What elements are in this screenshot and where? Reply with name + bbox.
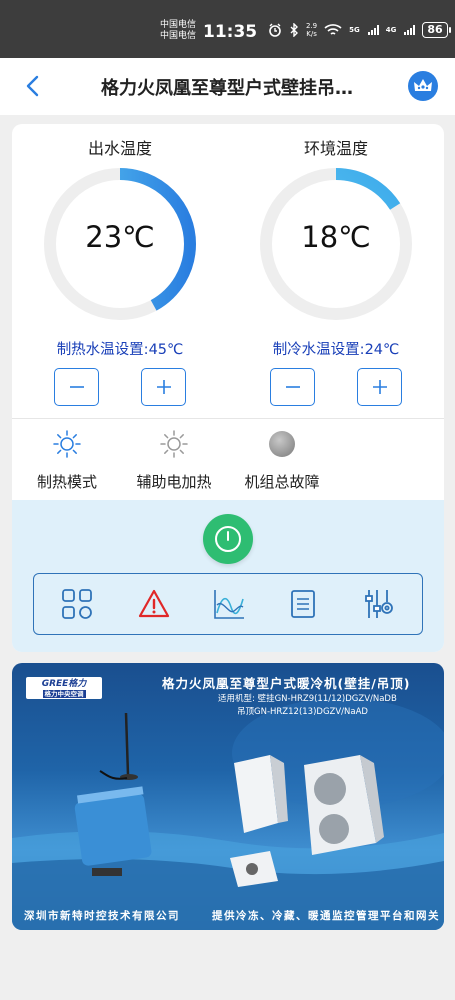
outlet-temp-value: 23℃ [85, 220, 155, 254]
banner-models-line1: 适用机型: 壁挂GN-HRZ9(11/12)DGZV/NaDB [218, 694, 397, 704]
chart-curve-icon[interactable] [212, 587, 246, 621]
app-header: 格力火凤凰至尊型户式壁挂吊… [0, 58, 455, 115]
promo-banner[interactable]: GREE格力 格力中央空调 格力火凤凰至尊型户式暖冷机(壁挂/吊顶) 适用机型:… [12, 663, 444, 930]
minus-icon [285, 386, 300, 388]
warning-icon[interactable] [137, 587, 171, 621]
status-dot-icon [269, 431, 295, 457]
sun-icon [53, 430, 81, 458]
network-2: 4G [385, 26, 397, 34]
signal-2-icon [404, 25, 416, 35]
heating-increase-button[interactable] [141, 368, 186, 406]
function-toolbar [33, 573, 423, 635]
network-1: 5G [349, 26, 360, 34]
minus-icon [69, 386, 84, 388]
document-list-icon[interactable] [286, 587, 320, 621]
cooling-decrease-button[interactable] [270, 368, 315, 406]
banner-models-line2: 吊顶GN-HRZ12(13)DGZV/NaAD [237, 707, 368, 717]
heating-decrease-button[interactable] [54, 368, 99, 406]
gree-logo: GREE格力 格力中央空调 [26, 677, 102, 699]
divider [12, 418, 444, 419]
back-arrow-icon[interactable] [20, 72, 48, 100]
vip-crown-button[interactable] [408, 71, 438, 101]
cooling-increase-button[interactable] [357, 368, 402, 406]
plus-icon [372, 380, 387, 394]
heating-mode-indicator: 制热模式 [12, 429, 122, 492]
speed-unit: K/s [306, 30, 317, 38]
status-time: 11:35 [203, 22, 258, 42]
gree-brand: GREE格力 [41, 678, 87, 689]
speed-value: 2.9 [306, 22, 318, 30]
outlet-temp-title: 出水温度 [87, 139, 152, 158]
ambient-temp-value: 18℃ [301, 220, 371, 254]
plus-icon [156, 380, 171, 394]
power-icon [215, 526, 241, 552]
heating-mode-label: 制热模式 [36, 473, 97, 491]
gree-sub: 格力中央空调 [42, 689, 86, 698]
sun-icon [160, 430, 188, 458]
alarm-icon [269, 23, 281, 37]
carrier-2: 中国电信 [160, 31, 197, 41]
banner-services: 提供冷冻、冷藏、暖通监控管理平台和网关 [212, 910, 440, 922]
control-panel [12, 500, 444, 652]
carrier-info: 中国电信 中国电信 [160, 20, 196, 42]
grid-menu-icon[interactable] [60, 587, 94, 621]
carrier-1: 中国电信 [160, 20, 197, 30]
banner-title: 格力火凤凰至尊型户式暖冷机(壁挂/吊顶) [162, 676, 411, 691]
banner-company: 深圳市新特时控技术有限公司 [24, 910, 180, 922]
heating-water-setting: 制热水温设置:45℃ [56, 342, 184, 358]
status-bar: 中国电信 中国电信 11:35 2.9 K/s 5G 4G 86 [0, 0, 455, 58]
power-button[interactable] [203, 514, 253, 564]
status-icons: 2.9 K/s 5G 4G 86 [268, 22, 452, 38]
cooling-water-setting: 制冷水温设置:24℃ [272, 342, 400, 358]
ambient-temp-title: 环境温度 [303, 139, 368, 158]
page-title: 格力火凤凰至尊型户式壁挂吊… [101, 78, 353, 99]
fault-indicator: 机组总故障 [227, 429, 337, 492]
battery-indicator: 86 [422, 22, 452, 38]
network-speed: 2.9 K/s [306, 22, 317, 38]
settings-sliders-icon[interactable] [361, 587, 395, 621]
fault-label: 机组总故障 [244, 473, 320, 491]
signal-1-icon [367, 25, 379, 35]
aux-heat-indicator: 辅助电加热 [119, 429, 229, 492]
crown-icon [414, 79, 432, 91]
bluetooth-icon [290, 23, 298, 37]
wifi-icon [324, 24, 342, 35]
aux-heat-label: 辅助电加热 [136, 473, 212, 491]
device-control-card: 出水温度 23℃ 制热水温设置:45℃ 环境温度 18℃ 制冷水温设置:24℃ [12, 124, 444, 652]
